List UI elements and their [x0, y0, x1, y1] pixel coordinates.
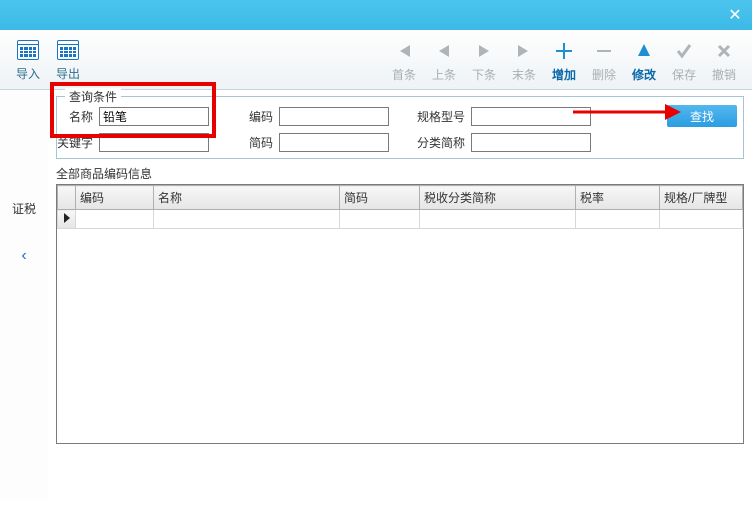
spec-label: 规格型号	[411, 108, 465, 125]
grid-title: 全部商品编码信息	[56, 165, 744, 182]
next-icon	[471, 38, 497, 64]
name-label: 名称	[63, 108, 93, 125]
last-record-button[interactable]: 末条	[504, 32, 544, 88]
col-header[interactable]: 编码	[76, 186, 154, 210]
toolbar-label: 导入	[16, 65, 40, 82]
next-record-button[interactable]: 下条	[464, 32, 504, 88]
toolbar-label: 上条	[432, 66, 456, 83]
prev-record-button[interactable]: 上条	[424, 32, 464, 88]
toolbar: 导入 导出 首条 上条 下条 末条 增加 删除	[0, 30, 752, 90]
prev-icon	[431, 38, 457, 64]
toolbar-label: 修改	[632, 66, 656, 83]
toolbar-label: 首条	[392, 66, 416, 83]
plus-icon	[551, 38, 577, 64]
col-header[interactable]: 名称	[154, 186, 340, 210]
toolbar-label: 导出	[56, 65, 80, 82]
first-icon	[391, 38, 417, 64]
col-header[interactable]: 税率	[576, 186, 660, 210]
minus-icon	[591, 38, 617, 64]
shortcode-label: 简码	[243, 134, 273, 151]
table-row[interactable]	[58, 210, 743, 229]
delete-button[interactable]: 删除	[584, 32, 624, 88]
export-button[interactable]: 导出	[48, 32, 88, 88]
collapse-arrow-icon[interactable]: ‹	[21, 247, 26, 265]
grid-header-row: 编码 名称 简码 税收分类简称 税率 规格/厂牌型	[58, 186, 743, 210]
shortcode-input[interactable]	[279, 133, 389, 152]
current-row-icon	[64, 213, 70, 223]
catshort-input[interactable]	[471, 133, 591, 152]
col-header[interactable]: 简码	[340, 186, 420, 210]
toolbar-label: 保存	[672, 66, 696, 83]
toolbar-label: 撤销	[712, 66, 736, 83]
sidebar-label: 证税	[12, 200, 36, 217]
keyword-input[interactable]	[99, 133, 209, 152]
fieldset-legend: 查询条件	[65, 88, 121, 105]
first-record-button[interactable]: 首条	[384, 32, 424, 88]
save-button[interactable]: 保存	[664, 32, 704, 88]
code-label: 编码	[243, 108, 273, 125]
modify-button[interactable]: 修改	[624, 32, 664, 88]
close-icon: ✕	[728, 5, 741, 25]
close-button[interactable]: ✕	[724, 4, 746, 26]
undo-icon	[711, 38, 737, 64]
code-input[interactable]	[279, 107, 389, 126]
col-header[interactable]: 规格/厂牌型	[660, 186, 743, 210]
check-icon	[671, 38, 697, 64]
search-button[interactable]: 查找	[667, 105, 737, 127]
edit-icon	[631, 38, 657, 64]
import-button[interactable]: 导入	[8, 32, 48, 88]
data-grid[interactable]: 编码 名称 简码 税收分类简称 税率 规格/厂牌型	[56, 184, 744, 444]
name-input[interactable]	[99, 107, 209, 126]
row-indicator	[58, 210, 76, 229]
query-fieldset: 查询条件 名称 编码 规格型号 查找 关键字 简码 分类简称	[56, 96, 744, 159]
toolbar-label: 删除	[592, 66, 616, 83]
toolbar-label: 末条	[512, 66, 536, 83]
col-header[interactable]: 税收分类简称	[420, 186, 576, 210]
main-area: 查询条件 名称 编码 规格型号 查找 关键字 简码 分类简称	[48, 90, 752, 505]
undo-button[interactable]: 撤销	[704, 32, 744, 88]
spec-input[interactable]	[471, 107, 591, 126]
titlebar: ✕	[0, 0, 752, 30]
toolbar-label: 增加	[552, 66, 576, 83]
grid-section: 全部商品编码信息 编码 名称 简码 税收分类简称 税率 规格/厂牌型	[56, 165, 744, 444]
calendar-icon	[55, 37, 81, 63]
toolbar-label: 下条	[472, 66, 496, 83]
last-icon	[511, 38, 537, 64]
keyword-label: 关键字	[53, 134, 93, 151]
catshort-label: 分类简称	[411, 134, 465, 151]
calendar-icon	[15, 37, 41, 63]
left-sidebar: 证税 ‹	[0, 90, 48, 500]
add-button[interactable]: 增加	[544, 32, 584, 88]
row-header-corner	[58, 186, 76, 210]
